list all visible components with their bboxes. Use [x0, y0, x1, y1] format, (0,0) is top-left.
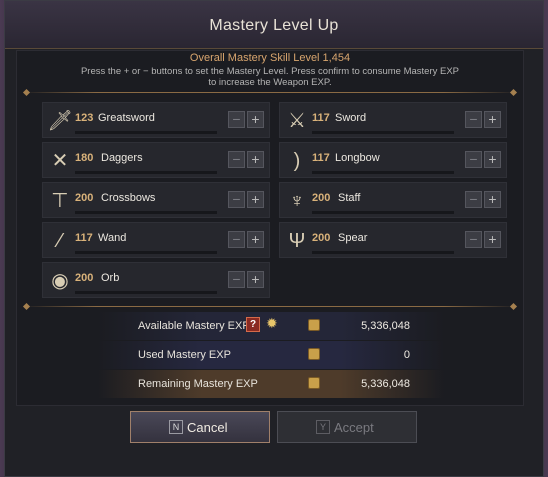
- sword-icon: ⚔: [288, 110, 306, 132]
- skill-level: 200: [312, 232, 331, 244]
- staff-icon: ♆: [289, 190, 305, 212]
- skill-level: 200: [75, 272, 94, 284]
- skill-sword: ⚔ 117 Sword − +: [279, 102, 507, 138]
- key-hint-n: N: [169, 420, 183, 434]
- remaining-exp-label: Remaining Mastery EXP: [138, 378, 258, 390]
- skill-name: Orb: [101, 272, 120, 284]
- skill-level: 180: [75, 152, 94, 164]
- dialog-title: Mastery Level Up: [209, 17, 339, 34]
- used-exp-row: Used Mastery EXP 0: [98, 341, 444, 369]
- cancel-button[interactable]: N Cancel: [130, 411, 270, 443]
- decrease-button[interactable]: −: [465, 111, 482, 128]
- used-exp-value: 0: [403, 349, 410, 361]
- decrease-button[interactable]: −: [228, 191, 245, 208]
- skill-level: 117: [75, 232, 93, 244]
- skill-orb: ◉ 200 Orb − +: [42, 262, 270, 298]
- skill-level: 200: [75, 192, 94, 204]
- increase-button[interactable]: +: [484, 151, 501, 168]
- coin-icon: [308, 348, 320, 360]
- accept-button[interactable]: Y Accept: [277, 411, 417, 443]
- skill-level: 123: [75, 112, 94, 124]
- skill-progress-bar: [75, 251, 217, 254]
- decrease-button[interactable]: −: [228, 151, 245, 168]
- decrease-button[interactable]: −: [465, 191, 482, 208]
- skill-greatsword: 🗡 123 Greatsword − +: [42, 102, 270, 138]
- header: Overall Mastery Skill Level 1,454 Press …: [16, 52, 524, 88]
- decrease-button[interactable]: −: [228, 231, 245, 248]
- used-exp-label: Used Mastery EXP: [138, 349, 231, 361]
- skill-spear: Ψ 200 Spear − +: [279, 222, 507, 258]
- skill-progress-bar: [312, 211, 454, 214]
- increase-button[interactable]: +: [247, 151, 264, 168]
- skill-name: Spear: [338, 232, 368, 244]
- skill-progress-bar: [75, 131, 217, 134]
- sun-icon: ✹: [266, 315, 278, 331]
- skill-longbow: ) 117 Longbow − +: [279, 142, 507, 178]
- decrease-button[interactable]: −: [228, 111, 245, 128]
- coin-icon: [308, 377, 320, 389]
- increase-button[interactable]: +: [247, 191, 264, 208]
- top-divider: [22, 92, 518, 93]
- coin-icon: [308, 319, 320, 331]
- available-exp-label: Available Mastery EXP: [138, 320, 250, 332]
- decrease-button[interactable]: −: [465, 151, 482, 168]
- crossbow-icon: ⊤: [51, 190, 69, 212]
- skill-progress-bar: [312, 131, 454, 134]
- skill-name: Daggers: [101, 152, 143, 164]
- skill-progress-bar: [312, 251, 454, 254]
- remaining-exp-value: 5,336,048: [361, 378, 410, 390]
- help-icon[interactable]: ?: [246, 317, 260, 332]
- skill-level: 117: [312, 152, 330, 164]
- increase-button[interactable]: +: [484, 231, 501, 248]
- key-hint-y: Y: [316, 420, 330, 434]
- accept-label: Accept: [334, 420, 374, 435]
- greatsword-icon: 🗡: [47, 110, 73, 132]
- decrease-button[interactable]: −: [465, 231, 482, 248]
- skill-name: Wand: [98, 232, 127, 244]
- skill-level: 200: [312, 192, 331, 204]
- skill-name: Sword: [335, 112, 367, 124]
- skill-staff: ♆ 200 Staff − +: [279, 182, 507, 218]
- skill-name: Longbow: [335, 152, 380, 164]
- skill-level: 117: [312, 112, 330, 124]
- skill-name: Greatsword: [98, 112, 155, 124]
- wand-icon: ⁄: [58, 230, 62, 252]
- skill-name: Crossbows: [101, 192, 156, 204]
- skill-daggers: ✕ 180 Daggers − +: [42, 142, 270, 178]
- skill-name: Staff: [338, 192, 361, 204]
- daggers-icon: ✕: [51, 150, 69, 172]
- skill-wand: ⁄ 117 Wand − +: [42, 222, 270, 258]
- skill-progress-bar: [75, 171, 217, 174]
- skill-crossbows: ⊤ 200 Crossbows − +: [42, 182, 270, 218]
- skill-progress-bar: [312, 171, 454, 174]
- available-exp-value: 5,336,048: [361, 320, 410, 332]
- available-exp-row: Available Mastery EXP ? ✹ 5,336,048: [98, 312, 444, 340]
- spear-icon: Ψ: [288, 230, 306, 252]
- orb-icon: ◉: [51, 270, 69, 292]
- overall-level: Overall Mastery Skill Level 1,454: [189, 52, 351, 64]
- title-bar: Mastery Level Up: [5, 1, 543, 49]
- bottom-divider: [22, 306, 518, 307]
- decrease-button[interactable]: −: [228, 271, 245, 288]
- cancel-label: Cancel: [187, 420, 228, 435]
- instructions: Press the + or − buttons to set the Mast…: [80, 66, 460, 88]
- remaining-exp-row: Remaining Mastery EXP 5,336,048: [98, 370, 444, 398]
- increase-button[interactable]: +: [484, 191, 501, 208]
- longbow-icon: ): [293, 150, 301, 172]
- increase-button[interactable]: +: [247, 111, 264, 128]
- skill-progress-bar: [75, 291, 217, 294]
- increase-button[interactable]: +: [247, 231, 264, 248]
- increase-button[interactable]: +: [247, 271, 264, 288]
- skill-progress-bar: [75, 211, 217, 214]
- increase-button[interactable]: +: [484, 111, 501, 128]
